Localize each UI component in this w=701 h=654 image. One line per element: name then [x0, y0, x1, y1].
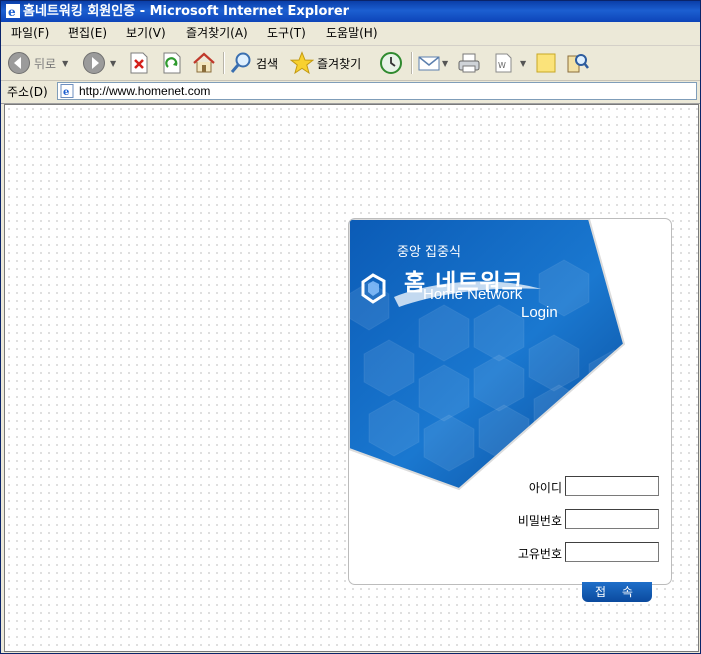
- login-panel: 중앙 집중식 홈 네트워크 Home Network Login 아이디 비밀번…: [348, 218, 672, 585]
- favorites-icon: [290, 51, 314, 75]
- edit-dropdown-icon[interactable]: ▼: [520, 59, 526, 68]
- home-icon: [193, 52, 215, 73]
- forward-button[interactable]: ▼: [82, 50, 116, 76]
- address-bar: 주소(D) e http://www.homenet.com: [1, 81, 700, 104]
- mail-icon: [418, 56, 440, 71]
- menu-tools[interactable]: 도구(T): [267, 25, 306, 42]
- svg-text:W: W: [498, 61, 506, 70]
- research-icon: [567, 54, 589, 73]
- password-input[interactable]: [565, 509, 659, 529]
- search-icon: [230, 52, 251, 73]
- menu-bar: 파일(F) 편집(E) 보기(V) 즐겨찾기(A) 도구(T) 도움말(H): [1, 22, 700, 46]
- svg-text:e: e: [63, 87, 69, 98]
- search-button[interactable]: 검색: [229, 50, 278, 76]
- toolbar-separator: [411, 52, 413, 74]
- id-row: 아이디: [499, 476, 659, 498]
- mail-button[interactable]: ▼: [417, 50, 448, 76]
- stop-icon: [130, 52, 148, 74]
- menu-file[interactable]: 파일(F): [11, 25, 49, 42]
- notes-button[interactable]: [534, 50, 558, 76]
- browser-window: e 홈네트워킹 회원인증 - Microsoft Internet Explor…: [0, 0, 701, 654]
- id-input[interactable]: [565, 476, 659, 496]
- unique-number-row: 고유번호: [499, 542, 659, 564]
- brand-subtitle: 중앙 집중식: [397, 245, 461, 260]
- ie-icon: e: [6, 4, 20, 18]
- refresh-button[interactable]: [161, 50, 183, 76]
- back-icon: [8, 52, 30, 74]
- favorites-label: 즐겨찾기: [317, 56, 362, 71]
- brand-english: Home Network: [423, 286, 523, 303]
- back-dropdown-icon[interactable]: ▼: [62, 59, 68, 68]
- history-button[interactable]: [379, 50, 403, 76]
- refresh-icon: [163, 52, 181, 74]
- back-label: 뒤로: [34, 56, 57, 71]
- print-button[interactable]: [457, 50, 481, 76]
- toolbar: 뒤로 ▼ ▼ 검색 즐겨찾기 ▼ W ▼: [1, 46, 700, 81]
- id-label: 아이디: [528, 481, 562, 495]
- notes-icon: [536, 53, 556, 73]
- mail-dropdown-icon[interactable]: ▼: [442, 59, 448, 68]
- svg-text:e: e: [8, 5, 16, 18]
- search-label: 검색: [256, 56, 279, 71]
- favorites-button[interactable]: 즐겨찾기: [290, 50, 361, 76]
- research-button[interactable]: [566, 50, 590, 76]
- menu-favorites[interactable]: 즐겨찾기(A): [186, 25, 248, 42]
- home-button[interactable]: [192, 50, 216, 76]
- address-input[interactable]: e http://www.homenet.com: [57, 82, 697, 100]
- stop-button[interactable]: [128, 50, 150, 76]
- unique-number-input[interactable]: [565, 542, 659, 562]
- password-row: 비밀번호: [499, 509, 659, 531]
- window-title: 홈네트워킹 회원인증 - Microsoft Internet Explorer: [23, 4, 350, 19]
- print-icon: [458, 53, 480, 73]
- menu-edit[interactable]: 편집(E): [68, 25, 107, 42]
- forward-dropdown-icon[interactable]: ▼: [110, 59, 116, 68]
- brand-login-text: Login: [521, 304, 558, 321]
- edit-icon: W: [495, 53, 512, 73]
- address-url: http://www.homenet.com: [79, 84, 211, 98]
- toolbar-separator: [223, 52, 225, 74]
- page-viewport: 중앙 집중식 홈 네트워크 Home Network Login 아이디 비밀번…: [4, 104, 699, 652]
- menu-help[interactable]: 도움말(H): [326, 25, 378, 42]
- forward-icon: [83, 52, 105, 74]
- unique-number-label: 고유번호: [517, 547, 562, 561]
- password-label: 비밀번호: [517, 514, 562, 528]
- address-label: 주소(D): [7, 85, 48, 99]
- menu-view[interactable]: 보기(V): [126, 25, 166, 42]
- edit-button[interactable]: W ▼: [493, 50, 526, 76]
- history-icon: [380, 52, 402, 74]
- back-button[interactable]: 뒤로 ▼: [7, 50, 68, 76]
- title-bar: e 홈네트워킹 회원인증 - Microsoft Internet Explor…: [1, 1, 700, 22]
- connect-button[interactable]: 접 속: [582, 582, 652, 602]
- page-icon: e: [60, 84, 74, 98]
